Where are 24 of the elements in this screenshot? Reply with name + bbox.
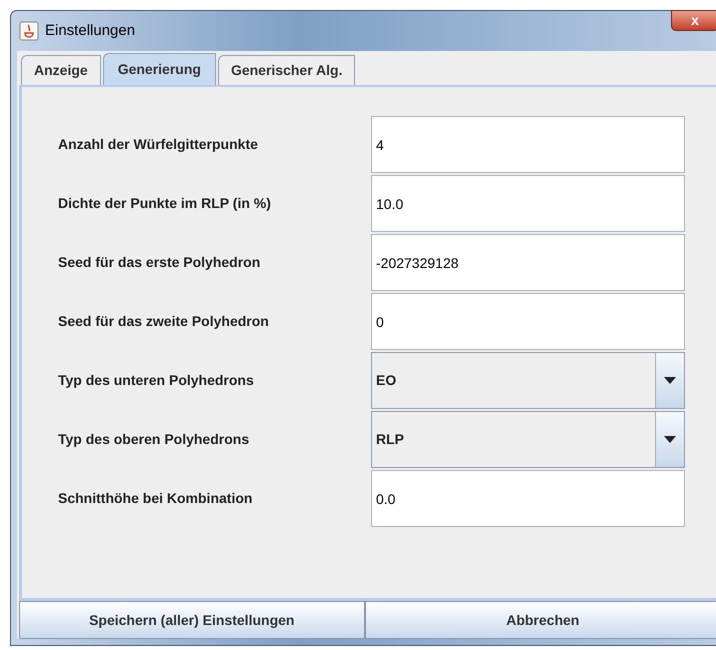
field-label: Typ des oberen Polyhedrons bbox=[57, 430, 250, 449]
java-cup-icon bbox=[19, 21, 39, 41]
field-label: Seed für das erste Polyhedron bbox=[57, 253, 262, 272]
field-label: Typ des unteren Polyhedrons bbox=[57, 371, 255, 390]
field-label: Schnitthöhe bei Kombination bbox=[57, 489, 254, 508]
tab[interactable]: Generischer Alg. bbox=[218, 55, 356, 85]
dropdown-button[interactable] bbox=[656, 412, 684, 467]
field-label: Dichte der Punkte im RLP (in %) bbox=[57, 194, 272, 213]
field-label: Anzahl der Würfelgitterpunkte bbox=[57, 135, 259, 154]
input-field[interactable]: 0.0 bbox=[371, 470, 685, 527]
caret-icon bbox=[664, 436, 676, 443]
field-label: Seed für das zweite Polyhedron bbox=[57, 312, 270, 331]
tab[interactable]: Generierung bbox=[102, 53, 216, 85]
dropdown-button[interactable] bbox=[656, 353, 684, 408]
input-field[interactable]: 0 bbox=[371, 293, 685, 350]
window-title: Einstellungen bbox=[45, 20, 136, 41]
cancel-button[interactable]: Abbrechen bbox=[364, 601, 716, 639]
save-button[interactable]: Speichern (aller) Einstellungen bbox=[19, 601, 365, 639]
close-button[interactable]: x bbox=[671, 10, 716, 31]
input-field[interactable]: -2027329128 bbox=[371, 234, 685, 291]
caret-icon bbox=[664, 377, 676, 384]
input-field[interactable]: 10.0 bbox=[371, 175, 685, 232]
input-field[interactable]: 4 bbox=[371, 116, 685, 173]
tab[interactable]: Anzeige bbox=[21, 55, 101, 85]
